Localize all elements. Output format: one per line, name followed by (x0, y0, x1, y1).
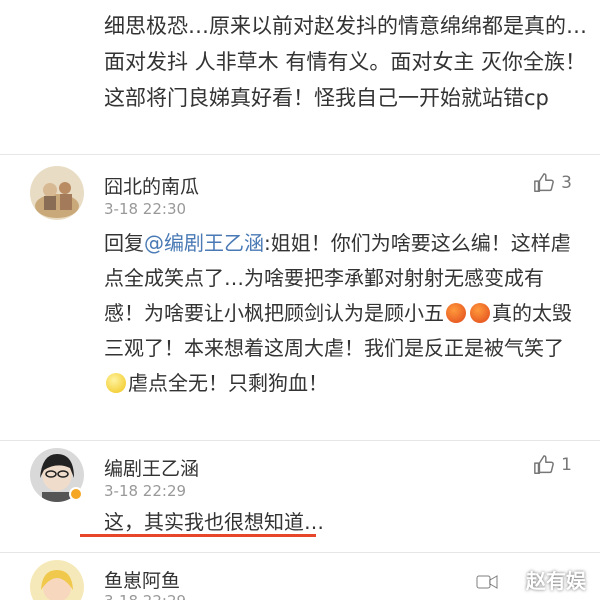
watermark: 赵有娱 (526, 569, 586, 593)
divider (0, 440, 600, 441)
top-comment-text: 细思极恐…原来以前对赵发抖的情意绵绵都是真的…面对发抖 人非草木 有情有义。面对… (104, 14, 587, 110)
highlight-underline (80, 534, 316, 537)
avatar[interactable] (30, 560, 84, 600)
comment-username[interactable]: 编剧王乙涵 (104, 454, 199, 481)
like-count: 3 (561, 173, 572, 193)
divider (0, 154, 600, 155)
comment-timestamp: 3-18 22:30 (104, 200, 187, 218)
like-button[interactable]: 1 (533, 454, 572, 476)
like-count: 1 (561, 455, 572, 475)
comment-timestamp: 3-18 22:29 (104, 592, 186, 600)
like-button[interactable]: 3 (533, 172, 572, 194)
thumbs-up-icon (534, 173, 555, 192)
comment-text: 虐点全无！只剩狗血！ (128, 371, 328, 395)
comment-username[interactable]: 囧北的南瓜 (104, 172, 199, 199)
mention-link[interactable]: @编剧王乙涵 (144, 231, 264, 255)
comment-username[interactable]: 鱼崽阿鱼 (104, 566, 180, 593)
verified-badge-icon (69, 487, 83, 501)
divider (0, 552, 600, 553)
thumbs-up-icon (534, 455, 555, 474)
comment-body: 回复@编剧王乙涵:姐姐！你们为啥要这么编！这样虐点全成笑点了…为啥要把李承鄞对射… (104, 226, 574, 401)
video-camera-icon (476, 575, 498, 589)
avatar[interactable] (30, 166, 84, 220)
smile-emoji-icon (106, 373, 126, 393)
avatar-image-icon (30, 560, 84, 600)
comment-timestamp: 3-18 22:29 (104, 482, 187, 500)
angry-emoji-icon (470, 303, 490, 323)
reply-prefix: 回复 (104, 231, 144, 255)
angry-emoji-icon (446, 303, 466, 323)
avatar-image-icon (30, 166, 84, 220)
